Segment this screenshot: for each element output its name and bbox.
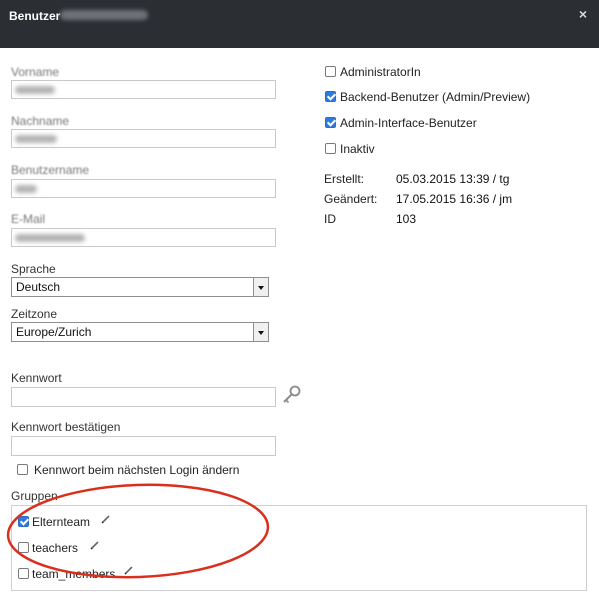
nachname-label: Nachname <box>11 114 70 128</box>
chevron-down-icon <box>253 278 268 296</box>
dialog-title: Benutzer <box>9 9 61 23</box>
change-next-login-label: Kennwort beim nächsten Login ändern <box>34 463 240 477</box>
group-label-team-members: team_members <box>32 567 116 581</box>
sprache-label: Sprache <box>11 262 56 276</box>
zeitzone-select[interactable]: Europe/Zurich <box>11 322 269 342</box>
redacted-username-title <box>60 10 148 20</box>
role-checkbox-admin-interface[interactable] <box>325 117 336 128</box>
role-label-backend-benutzer: Backend-Benutzer (Admin/Preview) <box>340 90 531 104</box>
redacted-value <box>15 135 57 143</box>
created-value: 05.03.2015 13:39 / tg <box>396 172 510 186</box>
group-checkbox-elternteam[interactable] <box>18 516 29 527</box>
group-label-elternteam: Elternteam <box>32 515 91 529</box>
redacted-value <box>15 86 55 94</box>
role-checkbox-backend-benutzer[interactable] <box>325 91 336 102</box>
vorname-input[interactable] <box>11 80 276 99</box>
sprache-value: Deutsch <box>16 280 61 294</box>
pencil-icon[interactable] <box>101 514 111 524</box>
redacted-value <box>15 234 85 242</box>
email-label: E-Mail <box>11 212 46 226</box>
chevron-down-icon <box>253 323 268 341</box>
group-checkbox-team-members[interactable] <box>18 568 29 579</box>
zeitzone-value: Europe/Zurich <box>16 325 92 339</box>
change-next-login-checkbox[interactable] <box>17 464 28 475</box>
nachname-input[interactable] <box>11 129 276 148</box>
gruppen-label: Gruppen <box>11 489 58 503</box>
dialog-titlebar: Benutzer × <box>0 0 599 48</box>
sprache-select[interactable]: Deutsch <box>11 277 269 297</box>
id-label: ID <box>324 212 336 226</box>
role-label-inaktiv: Inaktiv <box>340 142 375 156</box>
changed-label: Geändert: <box>324 192 378 206</box>
close-icon[interactable]: × <box>576 7 590 21</box>
kennwort-confirm-input[interactable] <box>11 436 276 456</box>
kennwort-label: Kennwort <box>11 371 62 385</box>
benutzername-input[interactable] <box>11 179 276 198</box>
role-checkbox-inaktiv[interactable] <box>325 143 336 154</box>
id-value: 103 <box>396 212 417 226</box>
benutzername-label: Benutzername <box>11 163 90 177</box>
created-label: Erstellt: <box>324 172 365 186</box>
role-label-administratorin: AdministratorIn <box>340 65 421 79</box>
kennwort-confirm-label: Kennwort bestätigen <box>11 420 121 434</box>
pencil-icon[interactable] <box>124 565 134 575</box>
vorname-label: Vorname <box>11 65 60 79</box>
role-label-admin-interface: Admin-Interface-Benutzer <box>340 116 477 130</box>
role-checkbox-administratorin[interactable] <box>325 66 336 77</box>
changed-value: 17.05.2015 16:36 / jm <box>396 192 513 206</box>
redacted-value <box>15 185 37 193</box>
kennwort-input[interactable] <box>11 387 276 407</box>
email-input[interactable] <box>11 228 276 247</box>
group-label-teachers: teachers <box>32 541 79 555</box>
key-icon[interactable] <box>281 384 303 406</box>
zeitzone-label: Zeitzone <box>11 307 58 321</box>
pencil-icon[interactable] <box>90 540 100 550</box>
group-checkbox-teachers[interactable] <box>18 542 29 553</box>
